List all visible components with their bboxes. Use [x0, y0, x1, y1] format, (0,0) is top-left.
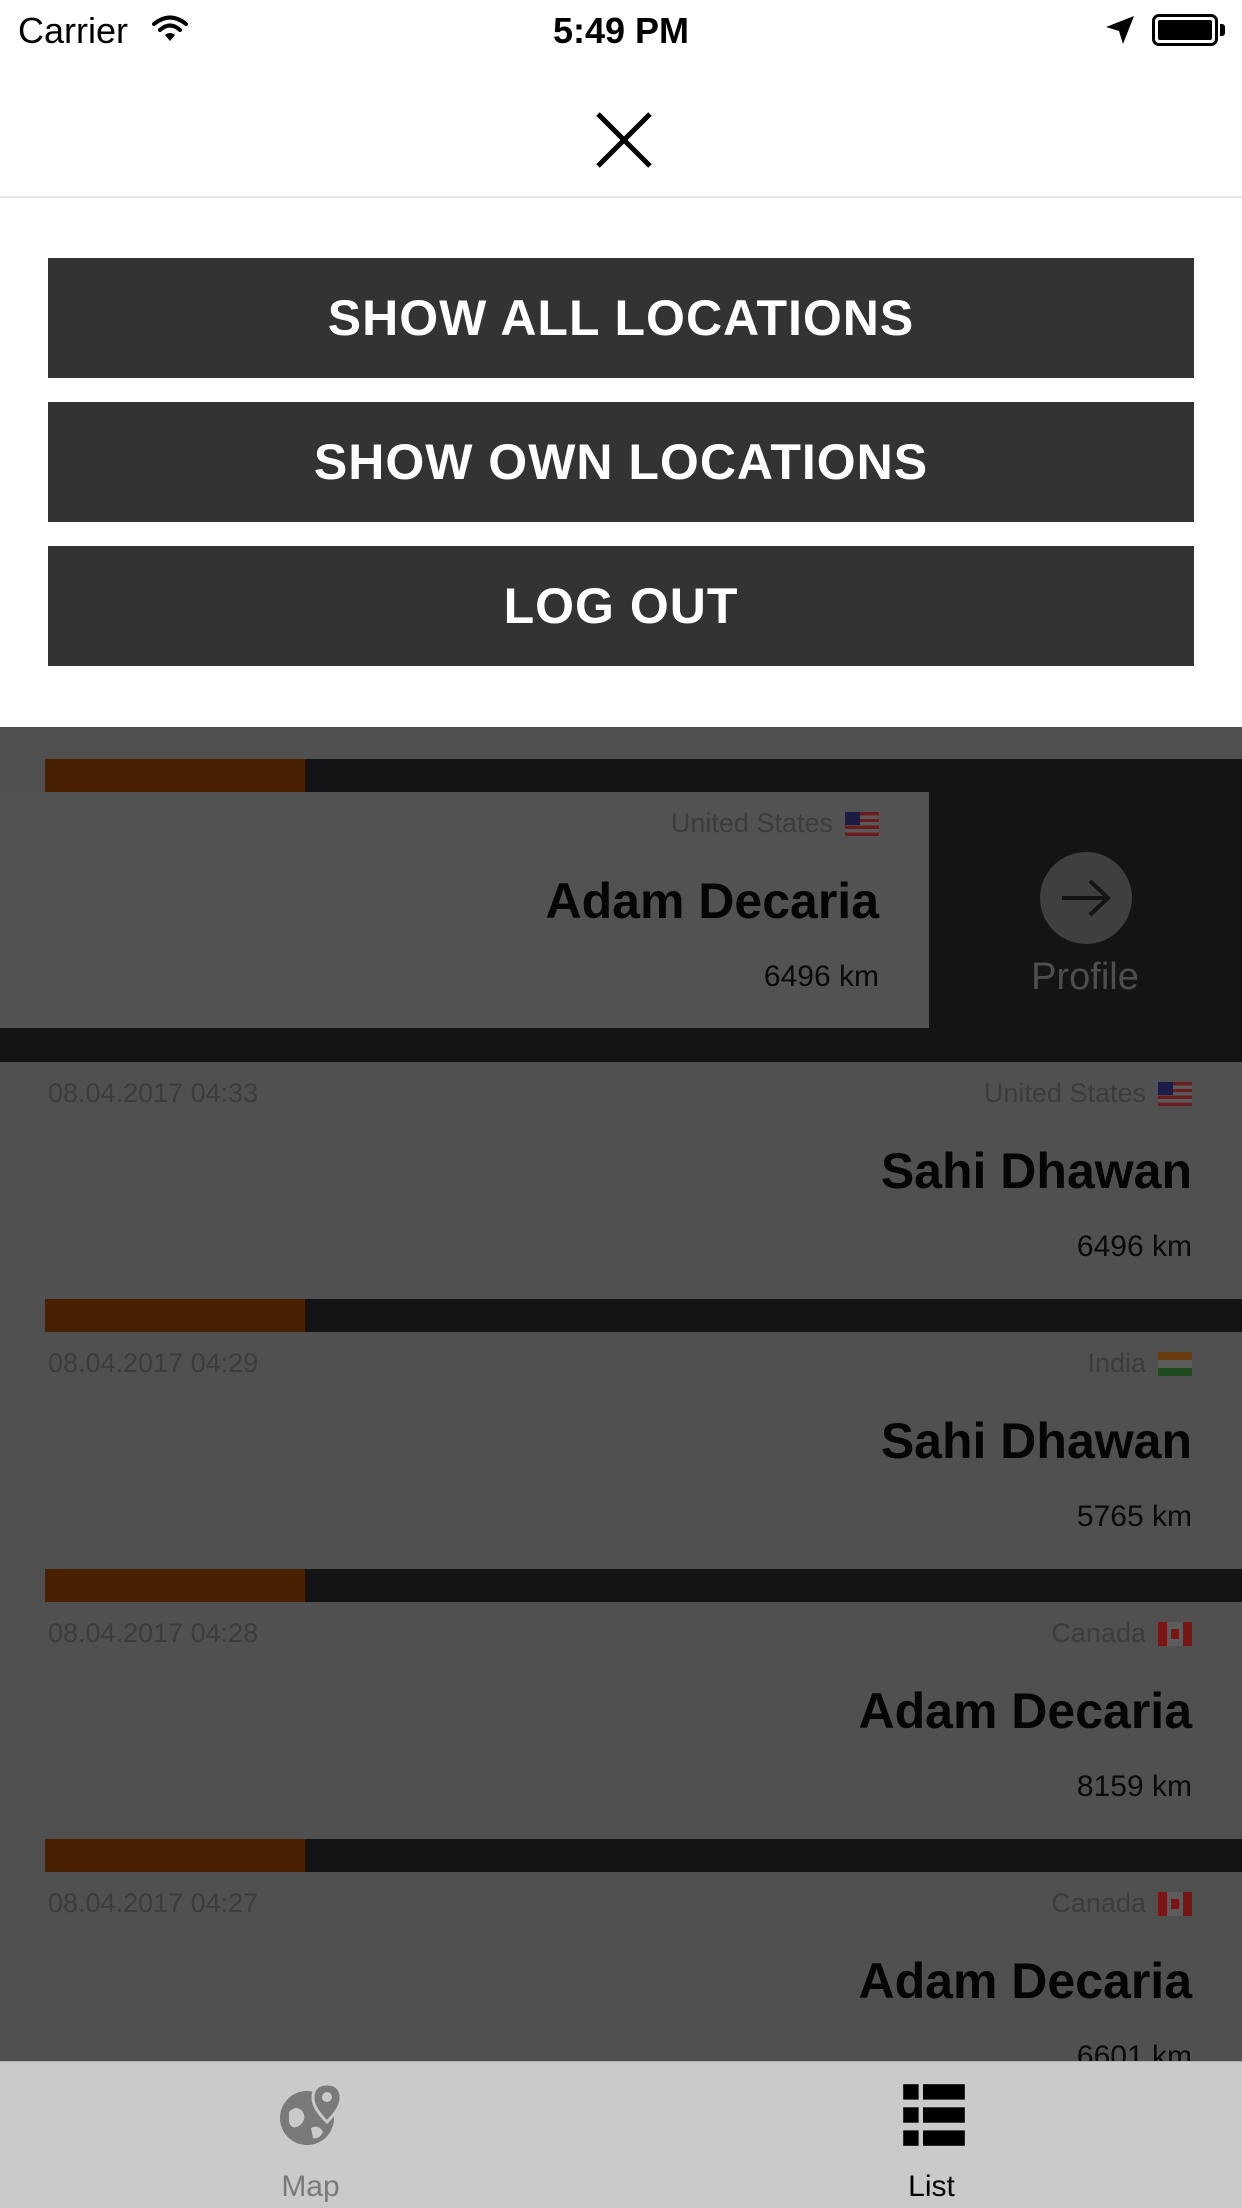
- globe-pin-icon: [280, 2082, 343, 2145]
- swiped-list-row[interactable]: United States Adam Decaria 6496 km Profi…: [0, 792, 1242, 1062]
- canada-flag-icon: [1158, 1621, 1192, 1646]
- india-flag-icon: [1158, 1351, 1192, 1376]
- date-label: 08.04.2017 04:33: [48, 1078, 259, 1108]
- tab-list[interactable]: List: [621, 2062, 1242, 2208]
- list-item[interactable]: 08.04.2017 04:28 Canada Adam Decaria 815…: [0, 1602, 1242, 1839]
- country-label: United States: [671, 808, 879, 839]
- distance-label: 5765 km: [1076, 1500, 1192, 1533]
- progress-bar: [45, 1569, 1242, 1602]
- close-icon: [596, 112, 652, 168]
- profile-label: Profile: [1031, 956, 1139, 998]
- distance-label: 6496 km: [763, 960, 879, 993]
- canada-flag-icon: [1158, 1891, 1192, 1916]
- us-flag-icon: [1158, 1081, 1192, 1106]
- user-name: Sahi Dhawan: [880, 1413, 1192, 1469]
- list-item[interactable]: United States Adam Decaria 6496 km: [0, 792, 929, 1028]
- country-label: Canada: [1051, 1618, 1192, 1649]
- status-bar: Carrier 5:49 PM: [0, 0, 1242, 62]
- distance-label: 8159 km: [1076, 1770, 1192, 1803]
- progress-bar: [45, 1299, 1242, 1332]
- battery-tip: [1220, 24, 1225, 36]
- tab-map[interactable]: Map: [0, 2062, 621, 2208]
- log-out-button[interactable]: LOG OUT: [48, 546, 1194, 666]
- menu-header: [0, 62, 1242, 198]
- close-button[interactable]: [592, 108, 656, 172]
- progress-fill: [45, 759, 305, 792]
- date-label: 08.04.2017 04:29: [48, 1348, 259, 1378]
- country-label: India: [1087, 1348, 1192, 1379]
- country-label: Canada: [1051, 1888, 1192, 1919]
- list-item[interactable]: 08.04.2017 04:33 United States Sahi Dhaw…: [0, 1062, 1242, 1299]
- user-name: Adam Decaria: [858, 1953, 1193, 2009]
- show-all-locations-button[interactable]: SHOW ALL LOCATIONS: [48, 258, 1194, 378]
- clock: 5:49 PM: [552, 10, 690, 51]
- distance-label: 6496 km: [1076, 1230, 1192, 1263]
- date-label: 08.04.2017 04:27: [48, 1888, 259, 1918]
- arrow-right-icon: [1040, 852, 1132, 944]
- user-name: Adam Decaria: [545, 873, 880, 929]
- progress-fill: [45, 1839, 305, 1872]
- user-name: Sahi Dhawan: [880, 1143, 1192, 1199]
- tab-list-label: List: [908, 2170, 955, 2203]
- progress-bar: [45, 1839, 1242, 1872]
- show-own-locations-button[interactable]: SHOW OWN LOCATIONS: [48, 402, 1194, 522]
- progress-fill: [45, 1299, 305, 1332]
- date-label: 08.04.2017 04:28: [48, 1618, 259, 1648]
- battery-icon: [1152, 14, 1218, 46]
- distance-label: 6601 km: [1076, 2040, 1192, 2061]
- location-arrow-icon: [1106, 16, 1134, 44]
- country-label: United States: [984, 1078, 1192, 1109]
- progress-fill: [45, 1569, 305, 1602]
- list-item[interactable]: 08.04.2017 04:27 Canada Adam Decaria 660…: [0, 1872, 1242, 2061]
- tab-map-label: Map: [281, 2170, 340, 2203]
- list-icon: [903, 2084, 965, 2146]
- user-name: Adam Decaria: [858, 1683, 1193, 1739]
- tab-bar: Map List: [0, 2061, 1242, 2208]
- dropdown-menu: SHOW ALL LOCATIONS SHOW OWN LOCATIONS LO…: [0, 198, 1242, 727]
- list-item[interactable]: 08.04.2017 04:29 India Sahi Dhawan 5765 …: [0, 1332, 1242, 1569]
- progress-bar: [45, 759, 1242, 792]
- location-list: United States Adam Decaria 6496 km Profi…: [0, 727, 1242, 2061]
- profile-button[interactable]: Profile: [1010, 852, 1160, 1002]
- us-flag-icon: [845, 811, 879, 836]
